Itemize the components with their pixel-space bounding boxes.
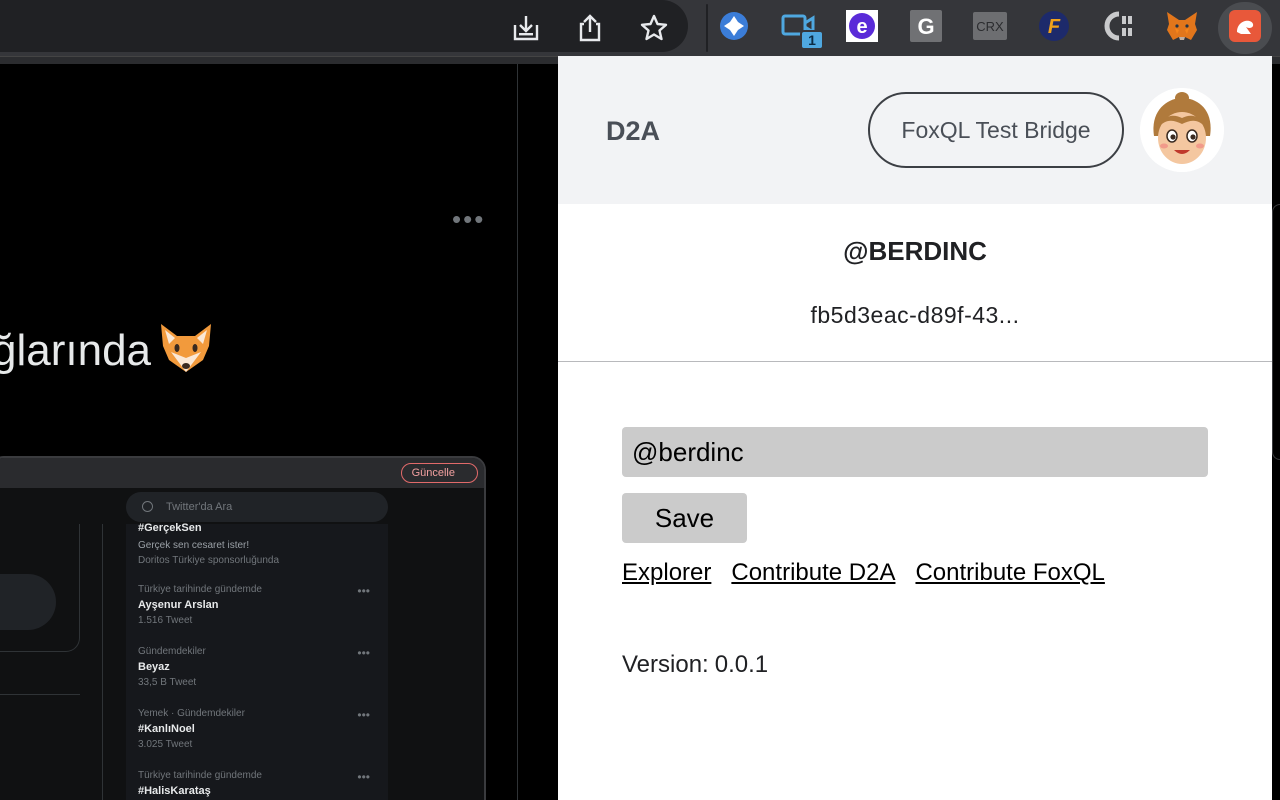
extensions-area: 1 e G CRX F <box>708 0 1280 56</box>
update-button[interactable]: Güncelle <box>400 463 478 483</box>
e-extension-icon[interactable]: e <box>842 8 882 44</box>
contribute-foxql-link[interactable]: Contribute FoxQL <box>915 559 1104 591</box>
trend-name: #HalisKarataş <box>138 785 211 797</box>
version-label: Version: <box>622 651 709 678</box>
trend-name: Beyaz <box>138 661 170 673</box>
background-headline: ğlarında <box>0 322 215 385</box>
embedded-screenshot: Güncelle Twitter'da Ara #GerçekSen Gerçe… <box>0 456 486 800</box>
embedded-divider <box>0 694 80 695</box>
c-extension-icon[interactable] <box>1098 8 1138 44</box>
trend-item[interactable]: Türkiye tarihinde gündemde #HalisKarataş… <box>138 770 378 797</box>
background-column-divider <box>517 64 518 800</box>
svg-text:e: e <box>856 16 867 38</box>
svg-text:G: G <box>917 14 934 39</box>
extension-badge: 1 <box>800 30 824 50</box>
fox-face-emoji <box>157 322 215 385</box>
trend-more-icon[interactable]: ••• <box>357 584 370 598</box>
trend-name: #GerçekSen <box>138 522 202 534</box>
avatar-illustration <box>1140 88 1224 172</box>
browser-toolbar: 1 e G CRX F <box>0 0 1280 56</box>
trend-meta: Türkiye tarihinde gündemde <box>138 584 262 595</box>
bridge-button[interactable]: FoxQL Test Bridge <box>868 92 1124 168</box>
bookmark-star-icon[interactable] <box>634 8 674 48</box>
extension-popup: D2A FoxQL Test Bridge @BERDINC fb5d3eac-… <box>558 56 1272 800</box>
embedded-pill <box>0 574 56 630</box>
headline-text: ğlarında <box>0 326 152 376</box>
promo-sponsor: Doritos Türkiye sponsorluğunda <box>138 555 280 566</box>
account-address: fb5d3eac-d89f-43... <box>810 302 1020 328</box>
trend-count: 1.516 Tweet <box>138 615 193 626</box>
account-handle: @BERDINC <box>843 236 987 266</box>
brand-title: D2A <box>606 116 661 146</box>
trend-count: 33,5 B Tweet <box>138 677 197 688</box>
trend-item[interactable]: #GerçekSen Gerçek sen cesaret ister! Dor… <box>138 518 378 566</box>
page-right-card-edge <box>1272 204 1280 460</box>
promo-line: Gerçek sen cesaret ister! <box>138 540 250 551</box>
explorer-link[interactable]: Explorer <box>622 559 711 591</box>
trend-more-icon[interactable]: ••• <box>357 770 370 784</box>
trend-item[interactable]: Yemek · Gündemdekiler #KanlıNoel 3.025 T… <box>138 708 378 750</box>
g-extension-icon[interactable]: G <box>906 8 946 44</box>
embedded-toolbar: Güncelle <box>0 458 484 488</box>
popup-divider <box>558 361 1272 362</box>
svg-text:F: F <box>1048 16 1061 38</box>
svg-text:CRX: CRX <box>976 19 1004 34</box>
handle-input[interactable] <box>622 427 1208 477</box>
avatar[interactable] <box>1140 88 1224 172</box>
plus-extension-icon[interactable] <box>714 8 754 44</box>
version-value: 0.0.1 <box>714 651 769 678</box>
crx-extension-icon[interactable]: CRX <box>970 8 1010 44</box>
share-icon[interactable] <box>570 8 610 48</box>
trend-more-icon[interactable]: ••• <box>357 646 370 660</box>
d2a-extension-icon[interactable] <box>1225 8 1265 44</box>
screen: 1 e G CRX F ••• ğlarında Güncelle Twitte… <box>0 0 1280 800</box>
popup-header: D2A FoxQL Test Bridge <box>558 56 1272 204</box>
contribute-d2a-link[interactable]: Contribute D2A <box>731 559 895 591</box>
trend-name: #KanlıNoel <box>138 723 195 735</box>
trend-meta: Gündemdekiler <box>138 646 206 657</box>
version-info: Version: 0.0.1 <box>622 651 768 679</box>
embedded-trends-panel: #GerçekSen Gerçek sen cesaret ister! Dor… <box>126 522 388 800</box>
f-extension-icon[interactable]: F <box>1034 8 1074 44</box>
trend-name: Ayşenur Arslan <box>138 599 219 611</box>
embedded-vertical-divider <box>102 524 103 800</box>
save-button[interactable]: Save <box>622 493 747 543</box>
install-app-icon[interactable] <box>506 8 546 48</box>
trend-meta: Yemek · Gündemdekiler <box>138 708 245 719</box>
trend-item[interactable]: Türkiye tarihinde gündemde Ayşenur Arsla… <box>138 584 378 626</box>
link-row: Explorer Contribute D2A Contribute FoxQL <box>622 559 1105 591</box>
metamask-fox-icon[interactable] <box>1162 8 1202 44</box>
trend-item[interactable]: Gündemdekiler Beyaz 33,5 B Tweet ••• <box>138 646 378 688</box>
trend-more-icon[interactable]: ••• <box>357 708 370 722</box>
trend-meta: Türkiye tarihinde gündemde <box>138 770 262 781</box>
video-extension-icon[interactable]: 1 <box>778 8 824 50</box>
more-options-icon[interactable]: ••• <box>452 204 485 235</box>
trend-count: 3.025 Tweet <box>138 739 193 750</box>
